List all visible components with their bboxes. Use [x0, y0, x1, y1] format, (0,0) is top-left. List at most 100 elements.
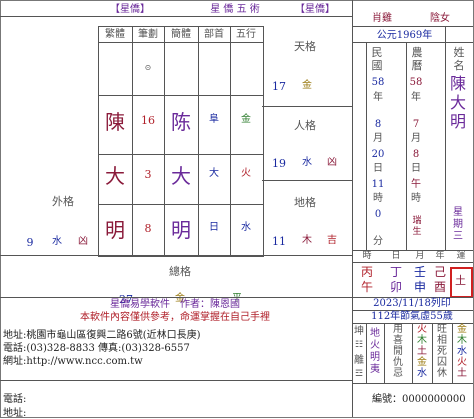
pillar-stem: 丁 [389, 265, 402, 279]
kun-symbol: ☷ [354, 340, 364, 350]
kun-label: 坤 [354, 326, 364, 337]
ren-num: 19 [272, 157, 286, 170]
row-line-1 [98, 95, 263, 96]
pillar-stem: 己 [433, 265, 446, 279]
use-state: 旺 [437, 324, 447, 335]
pillar-stem: 壬 [413, 265, 426, 279]
row-radical: 日 [209, 222, 219, 233]
use-element: 木 [417, 335, 427, 346]
header-left-tag: 【星僑】 [110, 4, 150, 15]
min-guo-header: 民國 [371, 46, 383, 72]
zong-label: 總格 [169, 265, 191, 278]
mg-day-unit: 日 [373, 163, 383, 174]
row-trad: 明 [105, 218, 125, 242]
zong-divider [0, 255, 352, 256]
rui-sheng: 瑞生 [412, 216, 422, 237]
tian-label: 天格 [294, 40, 316, 53]
age-line: 112年節氣虛55歲 [371, 311, 453, 322]
ren-divider [262, 180, 352, 181]
pillar-branch: 卯 [389, 280, 402, 294]
use-state: 休 [437, 368, 447, 379]
table-header-cell: 繁體 [105, 29, 125, 40]
mg-year: 58 [371, 77, 385, 88]
pillar-branch: 申 [413, 280, 426, 294]
nl-day-unit: 日 [411, 163, 421, 174]
li-label: 離 [354, 355, 364, 366]
table-header-cell: 五行 [236, 29, 256, 40]
use-state: 死 [437, 346, 447, 357]
nong-li-header: 農曆 [411, 46, 423, 72]
wai-element: 水 [52, 236, 62, 247]
header-divider [0, 16, 352, 17]
zodiac-label: 肖雞 [372, 13, 392, 24]
row-element: 金 [241, 114, 251, 125]
nl-day: 8 [412, 149, 420, 160]
nl-month-unit: 月 [411, 133, 421, 144]
year-divider [352, 42, 473, 43]
col-line-1 [132, 26, 133, 256]
row-radical: 大 [209, 168, 219, 179]
row-strokes: 8 [144, 222, 152, 235]
pillar-label: 日 [391, 251, 401, 261]
pillar-branch: 酉 [433, 280, 446, 294]
panel-col-2 [406, 42, 407, 250]
wai-label: 外格 [52, 195, 74, 208]
disclaimer-line: 本軟件內容僅供參考，命運掌握在自己手裡 [80, 312, 270, 323]
row-trad: 大 [105, 164, 125, 188]
use-element: 土 [417, 346, 427, 357]
header-title: 星 僑 五 術 [210, 4, 260, 15]
row-radical: 阜 [209, 114, 219, 125]
person-name: 陳大明 [449, 74, 466, 131]
tian-divider [262, 106, 352, 107]
use-state: 囚 [437, 357, 447, 368]
software-line: 星僑易學軟件 作者：陳恩國 [110, 299, 240, 310]
use-label: 喜 [393, 335, 403, 346]
pillar-label: 月 [415, 251, 425, 261]
gua-line-1 [366, 323, 367, 383]
nl-year-unit: 年 [411, 92, 421, 103]
header-right-tag: 【星僑】 [295, 4, 335, 15]
use-element-2: 金 [457, 324, 467, 335]
yun-value: 土 [455, 274, 466, 287]
nl-hour: 午 [411, 179, 421, 190]
pillar-label: 時 [362, 251, 372, 261]
use-element: 金 [417, 357, 427, 368]
use-element-2: 火 [457, 357, 467, 368]
phone-label: 電話: [3, 394, 27, 405]
pillar-branch: 午 [360, 280, 373, 294]
tian-element: 金 [302, 80, 312, 91]
table-header-line [98, 42, 263, 43]
mg-month-unit: 月 [373, 133, 383, 144]
use-element-2: 土 [457, 368, 467, 379]
di-element: 木 [302, 235, 312, 246]
table-header-cell: 簡體 [171, 29, 191, 40]
use-label: 用 [393, 324, 403, 335]
wai-num: 9 [26, 236, 34, 249]
weekday: 星期三 [453, 207, 463, 242]
row-strokes: 3 [144, 168, 152, 181]
row-element: 火 [241, 168, 251, 179]
pillars-label-line [352, 262, 473, 263]
table-header-cell: 部首 [204, 29, 224, 40]
li-symbol: ☲ [354, 369, 364, 379]
row-simp: 明 [171, 218, 191, 242]
pillar-label: 運 [456, 251, 466, 261]
footer-top-line [0, 297, 352, 298]
pillar-stem: 丙 [360, 265, 373, 279]
row-line-2 [98, 154, 263, 155]
zodiac-divider [352, 26, 473, 27]
row-strokes: ⊙ [144, 63, 152, 72]
serial-number: 編號：0000000000 [372, 394, 466, 405]
tian-num: 17 [272, 80, 286, 93]
col-line-4 [230, 26, 231, 256]
row-trad: 陳 [105, 110, 125, 134]
mg-hour: 11 [371, 179, 385, 190]
wai-luck: 凶 [78, 236, 88, 247]
row-simp: 陈 [171, 110, 191, 134]
mg-hour-unit: 時 [373, 193, 383, 204]
di-luck: 吉 [327, 235, 337, 246]
ren-label: 人格 [294, 119, 316, 132]
pillar-label: 年 [435, 251, 445, 261]
panel-col-3 [445, 26, 446, 250]
mg-min: 0 [374, 209, 382, 220]
